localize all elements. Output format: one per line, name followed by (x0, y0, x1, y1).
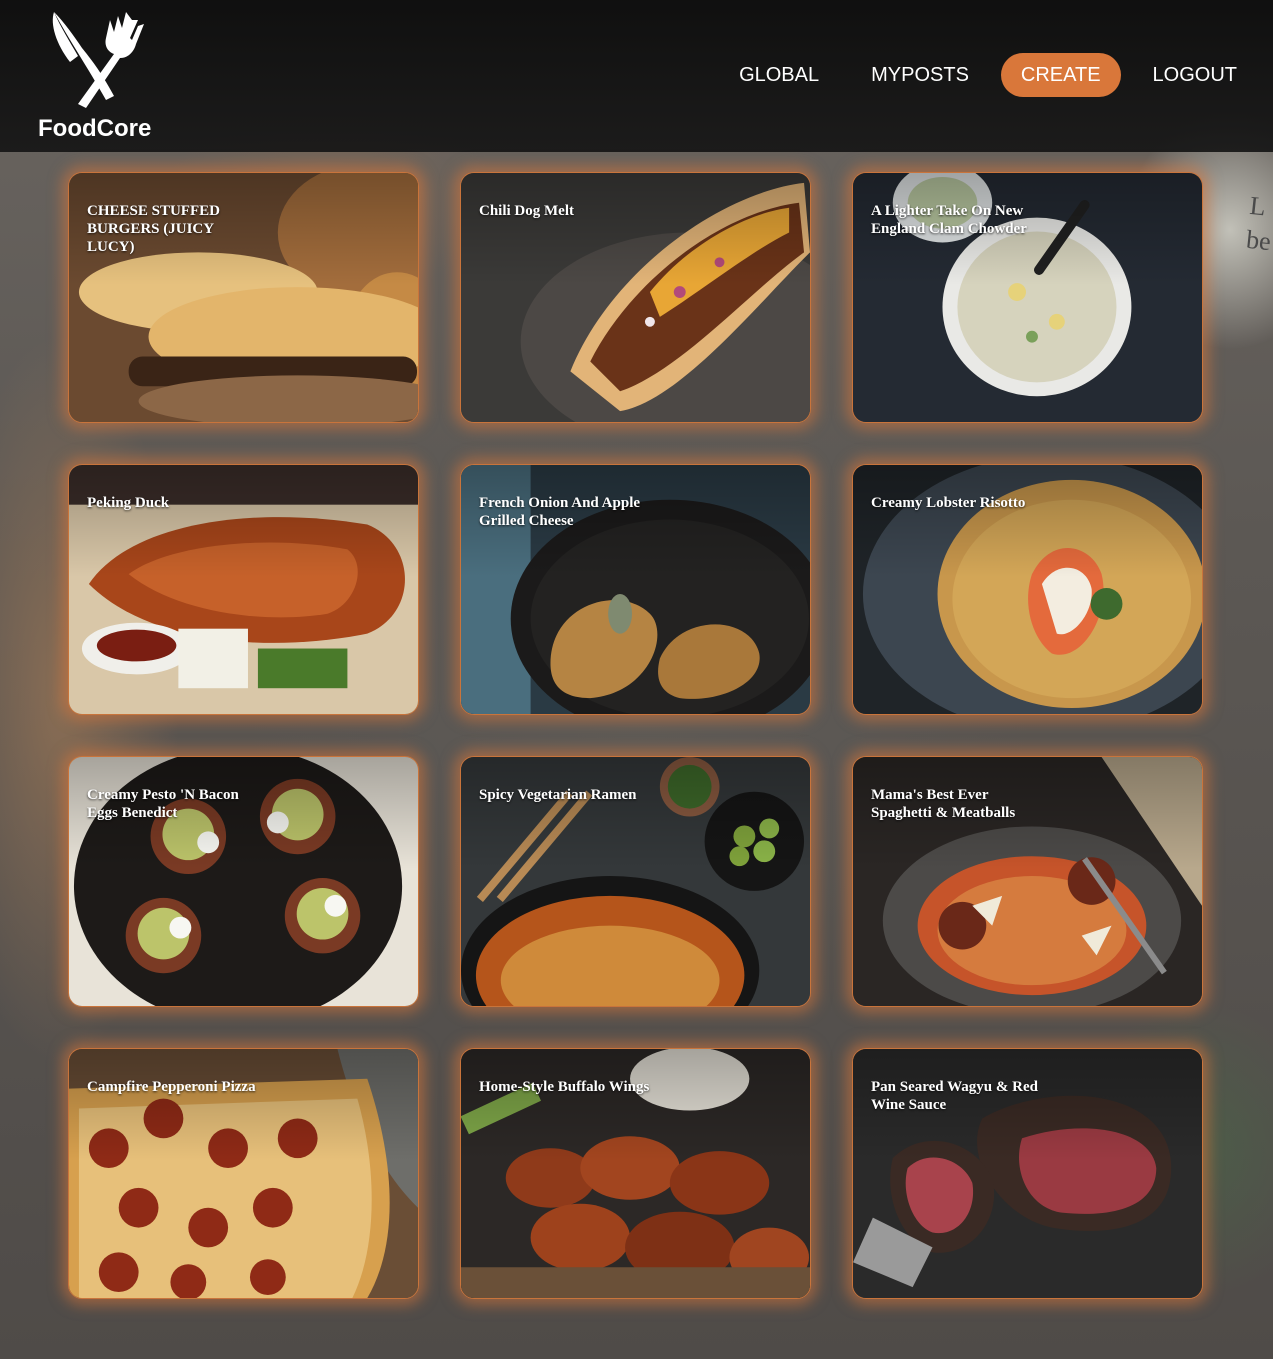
recipe-title: Mama's Best Ever Spaghetti & Meatballs (871, 787, 1016, 821)
main-nav: GLOBAL MYPOSTS CREATE LOGOUT (707, 53, 1257, 97)
nav-global[interactable]: GLOBAL (719, 53, 839, 97)
recipe-title: Spicy Vegetarian Ramen (479, 787, 637, 803)
recipe-grid: CHEESE STUFFED BURGERS (JUICY LUCY) Chil… (68, 172, 1204, 1299)
nav-myposts[interactable]: MYPOSTS (851, 53, 989, 97)
nav-create-button[interactable]: CREATE (1000, 53, 1121, 97)
recipe-card[interactable]: Creamy Lobster Risotto (852, 464, 1203, 715)
recipe-title: Chili Dog Melt (479, 203, 574, 219)
knife-fork-icon (52, 12, 144, 108)
background-paper-text: Lbe (1245, 190, 1273, 257)
logo[interactable]: FoodCore (30, 8, 165, 146)
recipe-title: A Lighter Take On New England Clam Chowd… (871, 203, 1027, 237)
recipe-card[interactable]: Pan Seared Wagyu & Red Wine Sauce (852, 1048, 1203, 1299)
recipe-card[interactable]: A Lighter Take On New England Clam Chowd… (852, 172, 1203, 423)
recipe-card[interactable]: CHEESE STUFFED BURGERS (JUICY LUCY) (68, 172, 419, 423)
recipe-title: Pan Seared Wagyu & Red Wine Sauce (871, 1079, 1038, 1113)
recipe-card[interactable]: French Onion And Apple Grilled Cheese (460, 464, 811, 715)
recipe-title: Creamy Pesto 'N Bacon Eggs Benedict (87, 787, 239, 821)
recipe-card[interactable]: Mama's Best Ever Spaghetti & Meatballs (852, 756, 1203, 1007)
recipe-card[interactable]: Spicy Vegetarian Ramen (460, 756, 811, 1007)
recipe-title: French Onion And Apple Grilled Cheese (479, 495, 641, 529)
recipe-title: Creamy Lobster Risotto (871, 495, 1026, 511)
recipe-card[interactable]: Creamy Pesto 'N Bacon Eggs Benedict (68, 756, 419, 1007)
top-navbar: FoodCore GLOBAL MYPOSTS CREATE LOGOUT (0, 0, 1273, 152)
recipe-title: CHEESE STUFFED BURGERS (JUICY LUCY) (87, 203, 220, 255)
brand-name: FoodCore (38, 115, 152, 142)
recipe-card[interactable]: Chili Dog Melt (460, 172, 811, 423)
recipe-title: Home-Style Buffalo Wings (479, 1079, 650, 1095)
recipe-card[interactable]: Peking Duck (68, 464, 419, 715)
nav-logout[interactable]: LOGOUT (1133, 53, 1257, 97)
recipe-title: Campfire Pepperoni Pizza (87, 1079, 256, 1095)
recipe-card[interactable]: Home-Style Buffalo Wings (460, 1048, 811, 1299)
recipe-title: Peking Duck (87, 495, 170, 511)
recipe-card[interactable]: Campfire Pepperoni Pizza (68, 1048, 419, 1299)
